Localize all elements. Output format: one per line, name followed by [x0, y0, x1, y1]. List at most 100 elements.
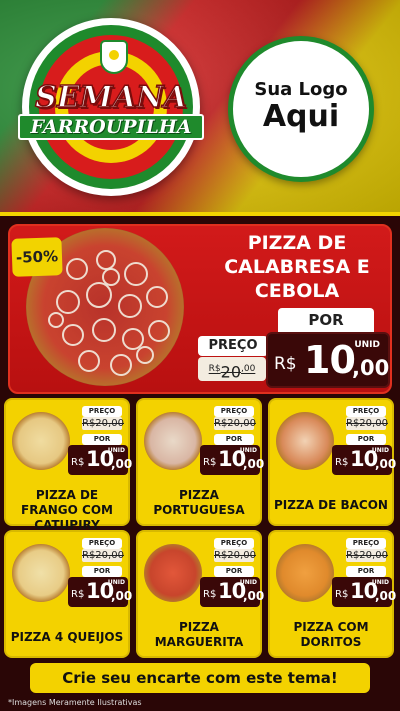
card-price-currency: R$ [335, 457, 349, 468]
card-por-label: POR [82, 566, 122, 577]
preco-label: PREÇO [198, 336, 268, 356]
card-por-label: POR [214, 434, 254, 445]
pizza-image [276, 412, 334, 470]
featured-title-line: CEBOLA [254, 280, 340, 302]
card-price: R$ 10,00 UNID [68, 445, 132, 475]
card-old-price: R$20,00 [346, 549, 388, 562]
card-price-decimals: ,00 [375, 457, 397, 471]
card-price-unit: UNID [107, 447, 125, 454]
rs-coat-of-arms-icon [100, 40, 128, 74]
old-price: R$20,00 [198, 357, 266, 381]
card-product-name: PIZZA COM DORITOS [293, 620, 369, 649]
card-price-decimals: ,00 [375, 589, 397, 603]
price-decimals: ,00 [352, 356, 390, 380]
product-card: PREÇO R$20,00 POR R$ 10,00 UNID PIZZA COM DORI… [268, 530, 396, 658]
card-old-price: R$20,00 [214, 417, 256, 430]
onion-ring [148, 320, 170, 342]
featured-title: PIZZA DE CALABRESA E CEBOLA [212, 231, 382, 303]
old-price-currency: R$ [208, 364, 221, 374]
pizza-image [276, 544, 334, 602]
onion-ring [118, 294, 142, 318]
flyer: SEMANA FARROUPILHA Sua Logo Aqui -50% PI… [0, 0, 400, 711]
card-product-name: PIZZA DE BACON [274, 498, 388, 512]
header-flag-banner: SEMANA FARROUPILHA Sua Logo Aqui [0, 0, 400, 225]
card-price-currency: R$ [335, 589, 349, 600]
card-por-label: POR [82, 434, 122, 445]
old-price-value: 20 [220, 362, 241, 382]
card-old-price: R$20,00 [346, 417, 388, 430]
card-price-decimals: ,00 [243, 589, 265, 603]
card-preco-label: PREÇO [346, 406, 386, 417]
card-price-decimals: ,00 [111, 457, 133, 471]
discount-badge: -50% [11, 237, 63, 277]
card-price: R$ 10,00 UNID [200, 577, 264, 607]
card-product-name: PIZZA MARGUERITA [154, 620, 244, 649]
por-label: POR [278, 308, 374, 332]
disclaimer: *Imagens Meramente Ilustrativas [8, 698, 142, 707]
event-title-farroupilha: FARROUPILHA [18, 114, 204, 140]
card-product-name: PIZZA DE FRANGO COM CATUPIRY [21, 488, 113, 532]
card-price-currency: R$ [203, 457, 217, 468]
logo-placeholder-line1: Sua Logo [254, 79, 348, 100]
card-price-currency: R$ [71, 457, 85, 468]
card-price-unit: UNID [107, 579, 125, 586]
onion-ring [48, 312, 64, 328]
product-card: PREÇO R$20,00 POR R$ 10,00 UNID PIZZA 4 QUEIJO… [4, 530, 132, 658]
onion-ring [92, 318, 116, 342]
card-price-unit: UNID [371, 447, 389, 454]
pizza-image [144, 412, 202, 470]
card-product-name: PIZZA 4 QUEIJOS [10, 630, 124, 644]
cta-banner[interactable]: Crie seu encarte com este tema! [30, 663, 370, 693]
card-price: R$ 10,00 UNID [200, 445, 264, 475]
card-por-label: POR [346, 434, 386, 445]
card-price-unit: UNID [239, 579, 257, 586]
product-card: PREÇO R$20,00 POR R$ 10,00 UNID PIZZA DE FRANG… [4, 398, 132, 532]
pizza-image [12, 412, 70, 470]
card-preco-label: PREÇO [82, 538, 122, 549]
onion-ring [78, 350, 100, 372]
product-card: PREÇO R$20,00 POR R$ 10,00 UNID PIZZA PORTUGUE… [136, 398, 264, 526]
featured-price: R$ 10 ,00 UNID [266, 332, 390, 388]
product-card: PREÇO R$20,00 POR R$ 10,00 UNID PIZZA MARGUERI… [136, 530, 264, 658]
onion-ring [56, 290, 80, 314]
onion-ring [146, 286, 168, 308]
card-preco-label: PREÇO [214, 406, 254, 417]
onion-ring [124, 262, 148, 286]
card-price: R$ 10,00 UNID [68, 577, 132, 607]
card-preco-label: PREÇO [82, 406, 122, 417]
event-title-semana: SEMANA [34, 79, 187, 116]
onion-ring [96, 250, 116, 270]
price-unit: UNID [354, 340, 380, 350]
card-old-price: R$20,00 [82, 417, 124, 430]
onion-ring [86, 282, 112, 308]
card-price-unit: UNID [239, 447, 257, 454]
featured-title-line: CALABRESA E [224, 256, 370, 278]
event-emblem: SEMANA FARROUPILHA [18, 18, 204, 196]
card-price-decimals: ,00 [111, 589, 133, 603]
card-price-decimals: ,00 [243, 457, 265, 471]
onion-ring [66, 258, 88, 280]
pizza-image [12, 544, 70, 602]
card-price-currency: R$ [203, 589, 217, 600]
card-preco-label: PREÇO [214, 538, 254, 549]
card-price: R$ 10,00 UNID [332, 577, 396, 607]
onion-ring [102, 268, 120, 286]
card-price: R$ 10,00 UNID [332, 445, 396, 475]
card-price-currency: R$ [71, 589, 85, 600]
card-preco-label: PREÇO [346, 538, 386, 549]
card-old-price: R$20,00 [82, 549, 124, 562]
card-price-unit: UNID [371, 579, 389, 586]
old-price-cents: ,00 [241, 364, 256, 374]
featured-title-line: PIZZA DE [247, 232, 347, 254]
price-integer: 10 [304, 338, 356, 382]
card-product-name: PIZZA PORTUGUESA [153, 488, 245, 517]
price-currency: R$ [274, 354, 297, 374]
card-por-label: POR [346, 566, 386, 577]
product-card: PREÇO R$20,00 POR R$ 10,00 UNID PIZZA DE BACON [268, 398, 396, 526]
pizza-image [144, 544, 202, 602]
card-old-price: R$20,00 [214, 549, 256, 562]
onion-ring [136, 346, 154, 364]
card-por-label: POR [214, 566, 254, 577]
onion-ring [62, 324, 84, 346]
onion-ring [110, 354, 132, 376]
